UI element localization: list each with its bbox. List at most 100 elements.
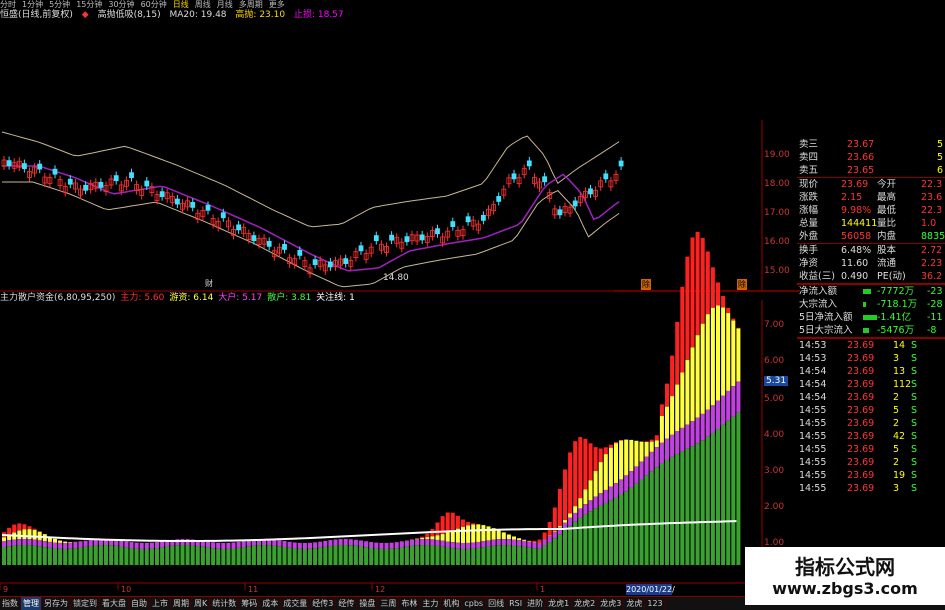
green-bar — [191, 545, 195, 565]
bottom-tab[interactable]: 锁定到 — [71, 597, 100, 610]
candle-body — [497, 196, 501, 201]
purple-bar — [430, 539, 434, 545]
bottom-tab[interactable]: 龙虎3 — [598, 597, 624, 610]
ex-rights-marker[interactable]: 除 — [641, 279, 651, 290]
red-bar — [451, 513, 455, 531]
red-bar — [711, 267, 715, 307]
yellow-bar — [721, 308, 725, 396]
bottom-tab[interactable]: 经传3 — [310, 597, 336, 610]
trade-row: 14:5523.695S — [797, 404, 945, 417]
trade-row: 14:5323.693S — [797, 352, 945, 365]
bottom-tab[interactable]: 另存为 — [42, 597, 71, 610]
green-bar — [374, 549, 378, 565]
green-bar — [507, 545, 511, 565]
quote-label: 换手 — [799, 244, 818, 257]
green-bar — [252, 546, 256, 565]
yellow-bar — [701, 324, 705, 414]
bottom-tab[interactable]: 主力 — [420, 597, 441, 610]
bottom-tab[interactable]: 龙虎 — [624, 597, 645, 610]
bottom-tab[interactable]: 管理 — [21, 597, 42, 610]
green-bar — [660, 463, 664, 565]
trade-row: 14:5323.6914S — [797, 339, 945, 352]
flow-value: -1.41亿 — [877, 311, 911, 324]
yellow-bar — [425, 537, 429, 539]
green-bar — [696, 443, 700, 565]
flow-extra: -11 — [927, 311, 943, 324]
bottom-tab[interactable]: 进阶 — [525, 597, 546, 610]
yellow-bar — [691, 347, 695, 421]
bottom-tab[interactable]: 成本 — [260, 597, 281, 610]
green-bar — [226, 549, 230, 565]
green-bar — [38, 546, 42, 565]
purple-bar — [48, 542, 52, 548]
purple-bar — [359, 540, 363, 546]
bottom-tab[interactable]: 筹码 — [239, 597, 260, 610]
purple-bar — [675, 431, 679, 454]
green-bar — [7, 546, 11, 565]
green-bar — [196, 546, 200, 565]
bottom-tab[interactable]: 三周 — [378, 597, 399, 610]
purple-bar — [2, 541, 6, 547]
green-bar — [395, 548, 399, 565]
trade-side: S — [911, 456, 917, 469]
yellow-bar — [517, 538, 521, 540]
purple-bar — [385, 543, 389, 549]
candle-body — [619, 161, 623, 166]
purple-bar — [63, 543, 67, 549]
candle-body — [175, 199, 179, 204]
flow-value: -5476万 — [877, 324, 914, 337]
bottom-tab[interactable]: 周K — [192, 597, 210, 610]
green-bar — [706, 437, 710, 565]
purple-bar — [28, 539, 32, 545]
bottom-tab[interactable]: 看大盘 — [100, 597, 129, 610]
bottom-tab[interactable]: RSI — [507, 597, 525, 610]
bottom-tab[interactable]: 123 — [645, 597, 665, 610]
watermark: 指标公式网 www.zbgs3.com — [745, 547, 945, 605]
purple-bar — [150, 543, 154, 549]
green-bar — [150, 549, 154, 565]
green-bar — [344, 545, 348, 565]
purple-bar — [145, 543, 149, 549]
ask-row: 卖三23.675 — [797, 138, 945, 151]
bottom-tab[interactable]: 机构 — [441, 597, 462, 610]
green-bar — [629, 488, 633, 565]
green-bar — [568, 526, 572, 565]
yellow-bar — [583, 489, 587, 504]
ind-axis-current: 5.31 — [764, 376, 788, 386]
purple-bar — [721, 396, 725, 425]
bottom-tab[interactable]: 自助 — [129, 597, 150, 610]
bottom-tab[interactable]: 周期 — [171, 597, 192, 610]
quote-label: 流通 — [877, 257, 896, 270]
bottom-tab[interactable]: 指数 — [0, 597, 21, 610]
ex-rights-marker[interactable]: 除 — [737, 279, 747, 290]
candle-body — [481, 215, 485, 220]
bottom-tab[interactable]: 龙虎2 — [572, 597, 598, 610]
quote-label: 涨跌 — [799, 191, 818, 204]
purple-bar — [344, 539, 348, 545]
bottom-tab[interactable]: cpbs — [462, 597, 486, 610]
red-bar — [573, 441, 577, 506]
purple-bar — [471, 543, 475, 549]
candle-body — [328, 262, 332, 267]
bottom-tab[interactable]: 布林 — [399, 597, 420, 610]
flow-row: 净流入额-7772万-23 — [797, 285, 945, 298]
yellow-bar — [716, 305, 720, 400]
flow-extra: -8 — [927, 324, 936, 337]
yellow-bar — [665, 407, 669, 439]
bottom-tab[interactable]: 成交量 — [281, 597, 310, 610]
purple-bar — [323, 541, 327, 547]
finance-marker[interactable]: 财 — [205, 278, 213, 289]
trade-price: 23.69 — [847, 378, 874, 391]
bottom-tab[interactable]: 上市 — [150, 597, 171, 610]
bottom-tab[interactable]: 经传 — [336, 597, 357, 610]
bottom-tab[interactable]: 统计数 — [210, 597, 239, 610]
quote-label: 收益(三) — [799, 270, 835, 283]
green-bar — [272, 546, 276, 565]
bottom-tab[interactable]: 回线 — [486, 597, 507, 610]
red-bar — [28, 526, 32, 529]
purple-bar — [624, 475, 628, 491]
upper-band-line — [2, 132, 619, 227]
candle-body — [527, 161, 531, 166]
bottom-tab[interactable]: 龙虎1 — [546, 597, 572, 610]
bottom-tab[interactable]: 操盘 — [357, 597, 378, 610]
